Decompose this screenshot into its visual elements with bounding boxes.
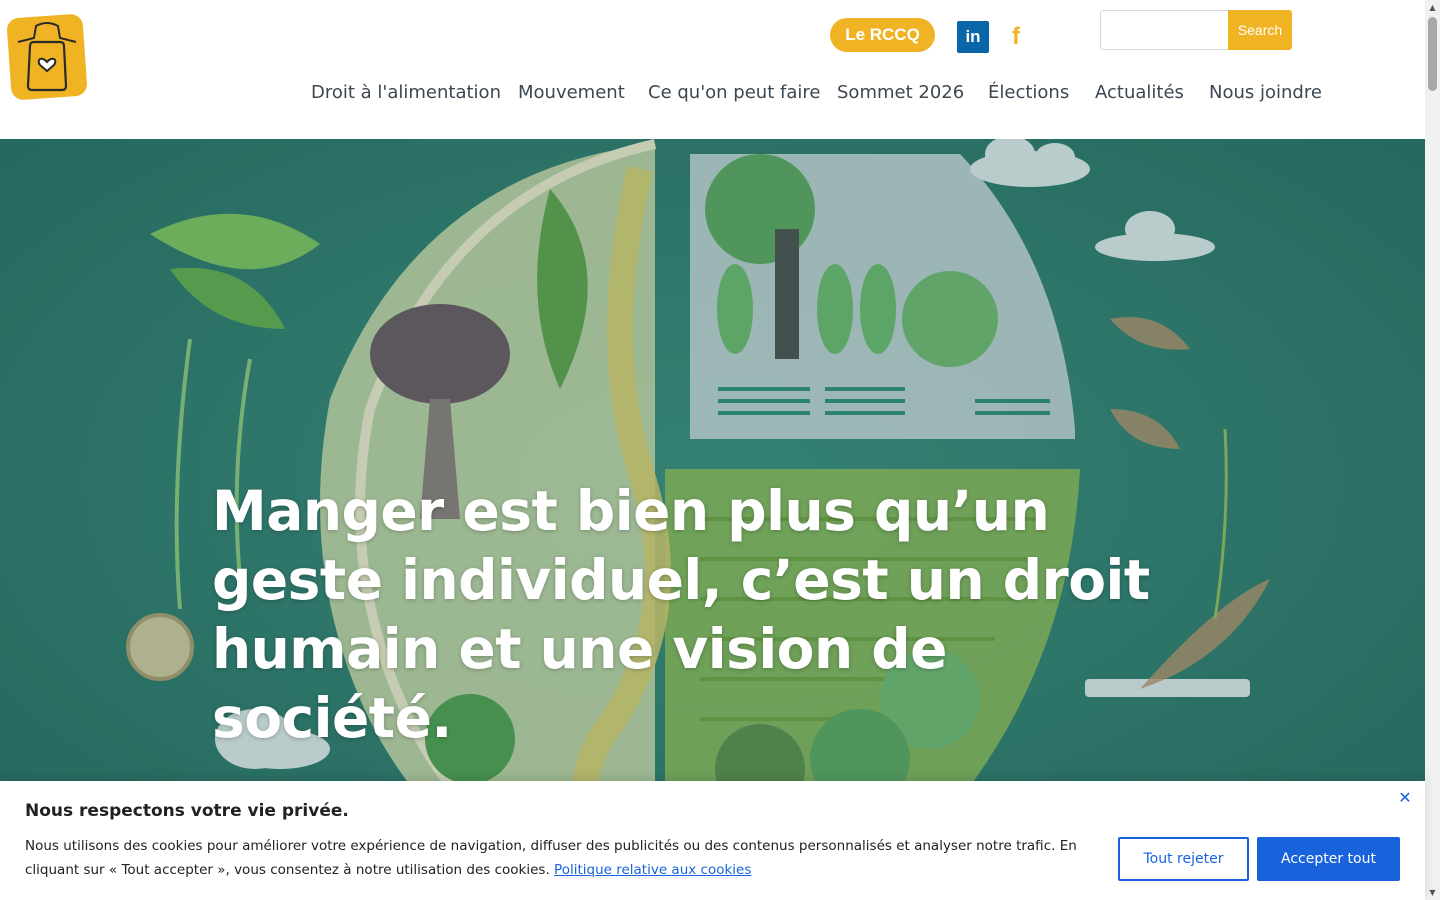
main-nav: Droit à l'alimentation Mouvement Ce qu'o… bbox=[0, 82, 1425, 108]
cookie-policy-link[interactable]: Politique relative aux cookies bbox=[554, 862, 751, 878]
linkedin-icon[interactable]: in bbox=[957, 21, 989, 53]
hero-title: Manger est bien plus qu’un geste individ… bbox=[212, 479, 1150, 750]
accept-all-button[interactable]: Accepter tout bbox=[1257, 837, 1400, 881]
reject-all-button[interactable]: Tout rejeter bbox=[1118, 837, 1249, 881]
scroll-up-arrow-icon[interactable]: ▲ bbox=[1425, 0, 1440, 15]
scroll-down-arrow-icon[interactable]: ▼ bbox=[1425, 885, 1440, 900]
nav-item-droit-alimentation[interactable]: Droit à l'alimentation bbox=[311, 82, 501, 103]
cookie-banner-description: Nous utilisons des cookies pour améliore… bbox=[25, 838, 1077, 878]
nav-item-nous-joindre[interactable]: Nous joindre bbox=[1209, 82, 1322, 103]
nav-item-mouvement[interactable]: Mouvement bbox=[518, 82, 625, 103]
scroll-thumb[interactable] bbox=[1428, 17, 1437, 91]
facebook-glyph: f bbox=[1012, 23, 1020, 50]
search-button[interactable]: Search bbox=[1228, 10, 1292, 50]
close-icon[interactable]: ✕ bbox=[1396, 789, 1414, 807]
nav-item-sommet-2026[interactable]: Sommet 2026 bbox=[837, 82, 964, 103]
cookie-banner-title: Nous respectons votre vie privée. bbox=[25, 801, 349, 821]
nav-item-elections[interactable]: Élections bbox=[988, 82, 1069, 103]
linkedin-glyph: in bbox=[965, 27, 981, 46]
nav-item-ce-quon-peut-faire[interactable]: Ce qu'on peut faire bbox=[648, 82, 820, 103]
site-header: Le RCCQ in f Search Droit à l'alimentati… bbox=[0, 0, 1425, 139]
cookie-banner: Nous respectons votre vie privée. Nous u… bbox=[0, 781, 1425, 900]
facebook-icon[interactable]: f bbox=[1005, 22, 1027, 52]
search-input[interactable] bbox=[1100, 10, 1229, 50]
rccq-button[interactable]: Le RCCQ bbox=[830, 18, 935, 52]
nav-item-actualites[interactable]: Actualités bbox=[1095, 82, 1184, 103]
cookie-banner-text: Nous utilisons des cookies pour améliore… bbox=[25, 834, 1085, 882]
page-scrollbar[interactable]: ▲ ▼ bbox=[1425, 0, 1440, 900]
